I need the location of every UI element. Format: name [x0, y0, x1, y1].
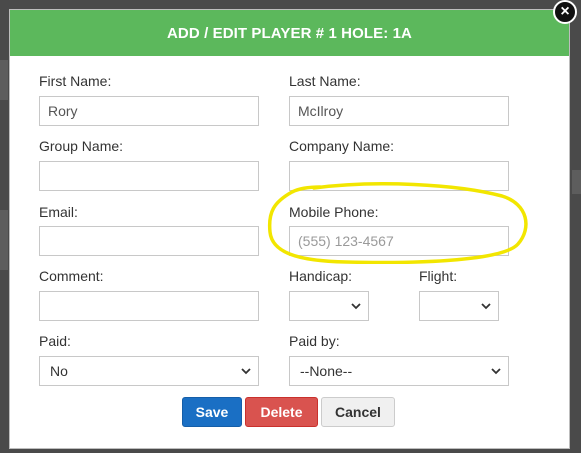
cancel-button[interactable]: Cancel — [321, 397, 395, 427]
flight-select[interactable] — [419, 291, 499, 321]
paid-selected-value: No — [50, 363, 68, 379]
group-name-field[interactable] — [39, 161, 259, 191]
modal-title: ADD / EDIT PLAYER # 1 HOLE: 1A — [167, 24, 412, 42]
chevron-down-icon — [351, 303, 361, 310]
chevron-down-icon — [481, 303, 491, 310]
email-field[interactable] — [39, 226, 259, 256]
email-label: Email: — [39, 204, 78, 220]
handicap-label: Handicap: — [289, 268, 353, 284]
group-name-label: Group Name: — [39, 138, 124, 154]
company-name-field[interactable] — [289, 161, 509, 191]
backdrop-panel — [0, 210, 8, 270]
comment-label: Comment: — [39, 268, 104, 284]
modal-header: ADD / EDIT PLAYER # 1 HOLE: 1A — [10, 10, 569, 56]
last-name-field[interactable] — [289, 96, 509, 126]
backdrop-panel — [0, 60, 8, 100]
first-name-field[interactable] — [39, 96, 259, 126]
paid-label: Paid: — [39, 333, 71, 349]
handicap-select[interactable] — [289, 291, 369, 321]
mobile-phone-field[interactable] — [289, 226, 509, 256]
last-name-label: Last Name: — [289, 73, 361, 89]
paid-by-label: Paid by: — [289, 333, 340, 349]
close-icon: × — [560, 3, 570, 20]
delete-button[interactable]: Delete — [245, 397, 318, 427]
company-name-label: Company Name: — [289, 138, 395, 154]
chevron-down-icon — [241, 368, 251, 375]
paid-by-selected-value: --None-- — [300, 363, 353, 379]
mobile-phone-label: Mobile Phone: — [289, 204, 379, 220]
first-name-label: First Name: — [39, 73, 112, 89]
chevron-down-icon — [491, 368, 501, 375]
close-button[interactable]: × — [553, 0, 577, 24]
comment-field[interactable] — [39, 291, 259, 321]
paid-by-select[interactable]: --None-- — [289, 356, 509, 386]
flight-label: Flight: — [419, 268, 458, 284]
save-button[interactable]: Save — [182, 397, 242, 427]
backdrop-panel — [572, 170, 581, 194]
paid-select[interactable]: No — [39, 356, 259, 386]
